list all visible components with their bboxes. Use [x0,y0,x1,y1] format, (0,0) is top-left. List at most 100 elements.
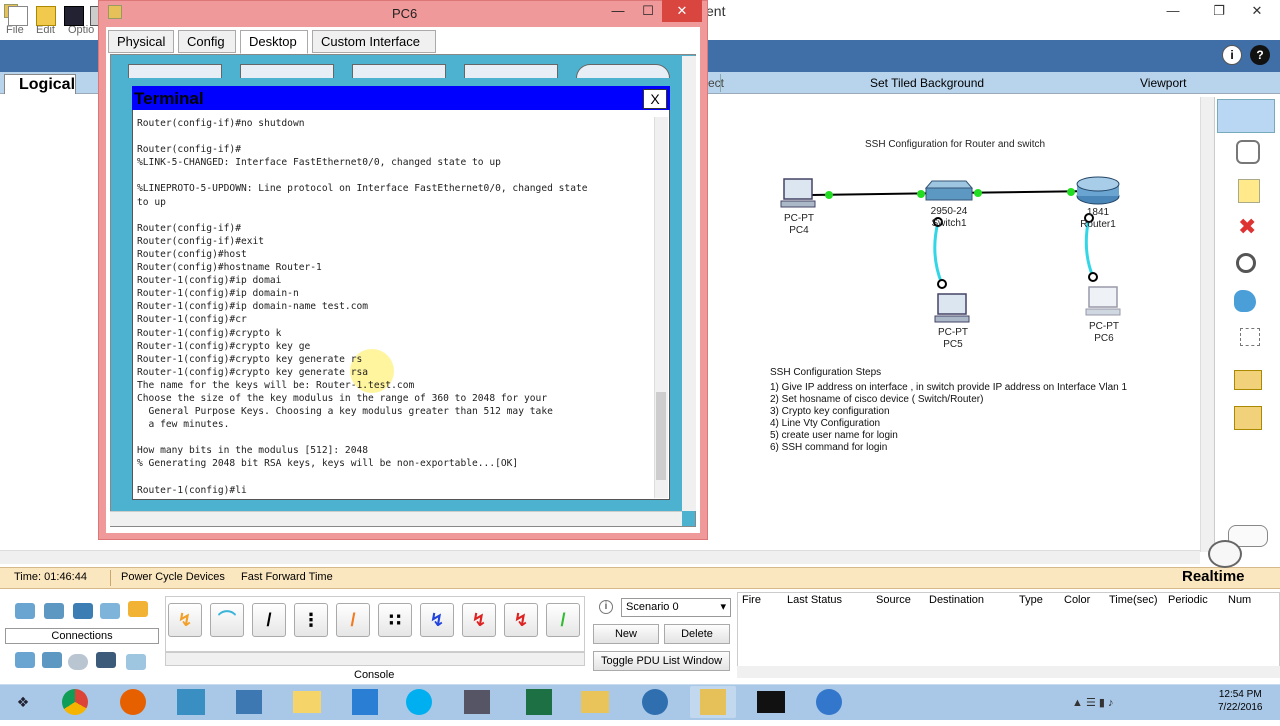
delete-tool-icon[interactable]: ✖ [1238,214,1256,240]
delete-scenario-button[interactable]: Delete [664,624,730,644]
octal-cable-icon[interactable]: / [546,603,580,637]
subbar-item-partial[interactable]: ect [708,76,724,90]
complex-pdu-icon[interactable] [1234,406,1262,430]
note-tool-icon[interactable] [1238,179,1260,203]
terminal-line: Router-1(config)#ip domain-n [137,288,299,300]
auto-connection-icon[interactable]: ↯ [168,603,202,637]
desktop-app-icon[interactable] [352,64,446,78]
pdu-list-scrollbar[interactable] [737,666,1280,678]
help-icon[interactable]: ? [1250,45,1270,65]
save-icon[interactable] [64,6,84,26]
scenario-select[interactable]: Scenario 0 ▾ [621,598,731,617]
fast-forward-time-button[interactable]: Fast Forward Time [241,571,333,583]
straight-through-cable-icon[interactable]: / [252,603,286,637]
firefox-icon[interactable] [110,686,156,718]
screen-capture-icon[interactable] [342,686,388,718]
tab-physical[interactable]: Physical [108,30,174,53]
terminal-line: %LINEPROTO-5-UPDOWN: Line protocol on In… [137,183,588,195]
connections-scrollbar[interactable] [165,652,585,666]
end-devices-icon[interactable] [15,652,35,668]
network-app-icon[interactable] [454,686,500,718]
step-item: 4) Line Vty Configuration [770,418,881,429]
viewport-button[interactable]: Viewport [1140,76,1186,90]
hubs-category-icon[interactable] [73,603,93,619]
pc6-close-icon[interactable]: ✕ [662,0,702,22]
skype-icon[interactable] [396,686,442,718]
terminal-line: Router-1(config)#crypto key ge [137,340,311,352]
step-item: 5) create user name for login [770,430,898,441]
open-folder-icon[interactable] [36,6,56,26]
terminal-line: Router(config-if)# [137,222,241,234]
terminal-close-button[interactable]: X [643,89,667,109]
terminal-output[interactable]: Router(config-if)#no shutdown Router(con… [134,117,652,498]
multiuser-icon[interactable] [126,654,146,670]
desktop-app-icon[interactable] [464,64,558,78]
router1-type-label: 1841 [1086,207,1110,218]
workspace-vertical-scrollbar[interactable] [1200,97,1214,552]
crossover-cable-icon[interactable]: ⋮ [294,603,328,637]
pc4-name-label: PC4 [789,225,809,236]
link-light [917,190,925,198]
packet-tracer-active-icon[interactable] [690,686,736,718]
system-tray-icons[interactable]: ▲ ☰ ▮ ♪ [1072,696,1113,709]
tab-custom-interface[interactable]: Custom Interface [312,30,436,53]
toggle-pdu-list-button[interactable]: Toggle PDU List Window [593,651,730,671]
desktop-app-icon[interactable] [576,64,670,78]
simple-pdu-icon[interactable] [1234,370,1262,390]
tab-config[interactable]: Config [178,30,236,53]
windows-start-icon[interactable]: ❖ [0,686,46,718]
workspace-horizontal-scrollbar[interactable] [0,550,1200,564]
excel-icon[interactable] [516,686,562,718]
console-cable-icon[interactable]: ⌒ [210,603,244,637]
draw-shape-tool-icon[interactable] [1234,290,1256,312]
settings-app-icon[interactable] [632,686,678,718]
terminal-line: % Generating 2048 bit RSA keys, keys wil… [137,458,519,470]
desktop-app-icon[interactable] [240,64,334,78]
taskbar-clock[interactable]: 12:54 PM 7/22/2016 [1218,688,1263,714]
file-explorer-icon[interactable] [284,686,330,718]
pc6-maximize-icon[interactable]: ☐ [634,0,662,22]
pdu-col-time: Time(sec) [1109,594,1158,606]
close-icon[interactable]: ✕ [1234,0,1280,22]
scenario-info-icon[interactable]: i [599,600,613,614]
packet-tracer-task-icon[interactable] [168,686,214,718]
hand-tool-icon[interactable] [1236,140,1260,164]
connections-category-icon[interactable] [128,601,148,617]
serial-dte-cable-icon[interactable]: ↯ [504,603,538,637]
new-file-icon[interactable] [8,6,28,26]
wan-emulation-icon[interactable] [96,652,116,668]
coaxial-cable-icon[interactable]: ↯ [420,603,454,637]
blocked-app-icon[interactable] [806,686,852,718]
routers-category-icon[interactable] [15,603,35,619]
select-tool-icon[interactable] [1217,99,1275,133]
set-tiled-background-button[interactable]: Set Tiled Background [870,76,984,90]
zoom-tool-icon[interactable] [1236,253,1256,273]
chrome-icon[interactable] [52,686,98,718]
serial-dce-cable-icon[interactable]: ↯ [462,603,496,637]
fiber-cable-icon[interactable]: / [336,603,370,637]
new-scenario-button[interactable]: New [593,624,659,644]
ssh-steps-note[interactable]: SSH Configuration Steps 1) Give IP addre… [770,367,1140,454]
switches-category-icon[interactable] [44,603,64,619]
wireless-category-icon[interactable] [100,603,120,619]
terminal-title: Terminal [134,89,204,108]
folder-icon[interactable] [572,686,618,718]
desktop-app-icon[interactable] [128,64,222,78]
cloud-icon[interactable] [68,654,88,670]
power-cycle-devices-button[interactable]: Power Cycle Devices [121,571,225,583]
desktop-horizontal-scrollbar[interactable] [110,511,682,526]
info-icon[interactable]: i [1222,45,1242,65]
pc6-minimize-icon[interactable]: — [604,0,632,22]
resize-tool-icon[interactable] [1240,328,1260,346]
realtime-clock-icon[interactable] [1208,540,1242,568]
minimize-icon[interactable]: — [1150,0,1196,22]
phone-cable-icon[interactable]: ∷ [378,603,412,637]
remote-desktop-icon[interactable] [226,686,272,718]
terminal-scrollbar-thumb[interactable] [656,392,666,480]
tab-desktop[interactable]: Desktop [240,30,308,54]
realtime-mode-label[interactable]: Realtime [1182,568,1245,585]
end-devices-icon[interactable] [42,652,62,668]
desktop-vertical-scrollbar[interactable] [682,56,696,511]
command-prompt-icon[interactable] [748,686,794,718]
